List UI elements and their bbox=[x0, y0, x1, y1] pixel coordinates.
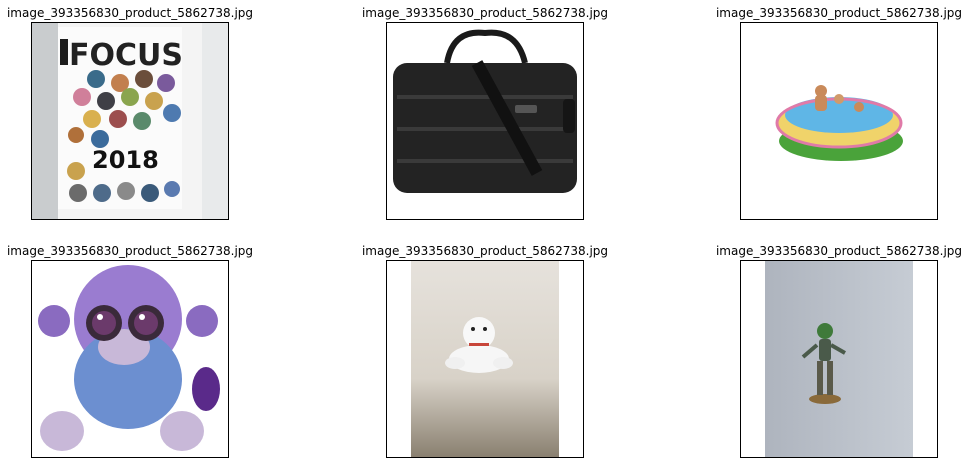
laptop-bag-image bbox=[387, 23, 583, 219]
panel-laptop-bag bbox=[386, 22, 584, 220]
panel-magazine-cover: FOCUS 2018 bbox=[31, 22, 229, 220]
panel-title: image_393356830_product_5862738.jpg bbox=[715, 244, 963, 258]
inflatable-pool-image bbox=[741, 23, 937, 219]
magazine-cover-image: FOCUS 2018 bbox=[32, 23, 228, 219]
panel-title: image_393356830_product_5862738.jpg bbox=[361, 244, 609, 258]
panel-title: image_393356830_product_5862738.jpg bbox=[6, 6, 254, 20]
panel-miniature-figurine bbox=[740, 260, 938, 458]
panel-inflatable-pool bbox=[740, 22, 938, 220]
panel-toy-polar-bear bbox=[386, 260, 584, 458]
miniature-figurine-image bbox=[741, 261, 937, 457]
panel-title: image_393356830_product_5862738.jpg bbox=[6, 244, 254, 258]
toy-polar-bear-image bbox=[387, 261, 583, 457]
plush-monkey-image bbox=[32, 261, 228, 457]
panel-plush-monkey bbox=[31, 260, 229, 458]
cover-masthead: FOCUS bbox=[69, 38, 183, 73]
panel-title: image_393356830_product_5862738.jpg bbox=[715, 6, 963, 20]
cover-year: 2018 bbox=[92, 146, 159, 174]
panel-title: image_393356830_product_5862738.jpg bbox=[361, 6, 609, 20]
